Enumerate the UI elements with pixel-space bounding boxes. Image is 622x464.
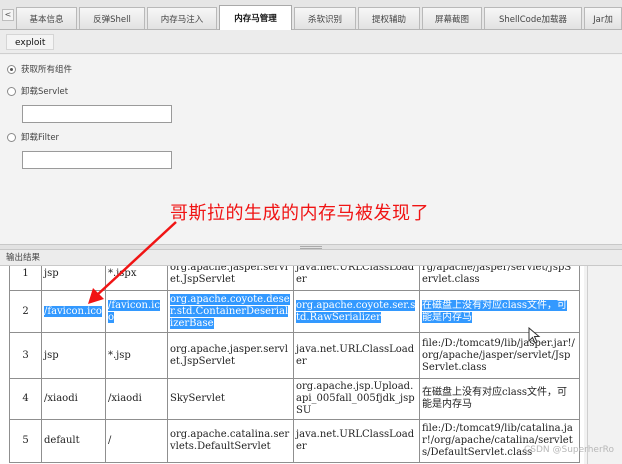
table-row[interactable]: 4 /xiaodi /xiaodi SkyServlet org.apache.… bbox=[9, 378, 580, 420]
table-cell-name: /favicon.ico bbox=[41, 290, 106, 333]
table-cell-index: 5 bbox=[9, 419, 42, 463]
splitter-grip-icon[interactable] bbox=[300, 246, 322, 249]
table-cell-name: default bbox=[41, 419, 106, 463]
table-cell-location: file:/D:/tomcat9/lib/catalina.jar!/org/a… bbox=[419, 419, 580, 463]
radio-label-uninstall-servlet: 卸载Servlet bbox=[21, 87, 69, 97]
table-cell-class: SkyServlet bbox=[167, 378, 294, 420]
tab-bar: < 基本信息 反弹Shell 内存马注入 内存马管理 杀软识别 提权辅助 屏幕截… bbox=[0, 0, 622, 30]
tab-jar-loader[interactable]: Jar加 bbox=[584, 7, 622, 29]
table-cell-class: org.apache.catalina.servlets.DefaultServ… bbox=[167, 419, 294, 463]
tab-scroll-left-button[interactable]: < bbox=[2, 9, 14, 21]
tab-screenshot[interactable]: 屏幕截图 bbox=[422, 7, 482, 29]
table-cell-classloader: java.net.URLClassLoader bbox=[293, 332, 420, 379]
table-cell-location: 在磁盘上没有对应class文件，可能是内存马 bbox=[419, 378, 580, 420]
table-row[interactable]: 2 /favicon.ico /favicon.ico org.apache.c… bbox=[9, 290, 580, 333]
tab-memshell-inject[interactable]: 内存马注入 bbox=[147, 7, 217, 29]
highlighted-text: 在磁盘上没有对应class文件，可能是内存马 bbox=[422, 299, 568, 323]
table-cell-pattern: / bbox=[105, 419, 168, 463]
table-cell-pattern: /favicon.ico bbox=[105, 290, 168, 333]
radio-uninstall-filter[interactable]: 卸载Filter bbox=[7, 131, 59, 143]
tab-av-detect[interactable]: 杀软识别 bbox=[294, 7, 356, 29]
tab-privesc[interactable]: 提权辅助 bbox=[358, 7, 420, 29]
table-cell-index: 3 bbox=[9, 332, 42, 379]
highlighted-text: /favicon.ico bbox=[108, 299, 160, 323]
scrollbar-track[interactable] bbox=[587, 266, 588, 464]
highlighted-text: org.apache.coyote.deser.std.ContainerDes… bbox=[170, 293, 290, 329]
table-cell-index: 2 bbox=[9, 290, 42, 333]
results-panel: 1 jsp *.jspx org.apache.jasper.servlet.J… bbox=[0, 266, 622, 464]
toolbar: exploit bbox=[0, 30, 622, 54]
filter-name-input[interactable] bbox=[22, 151, 172, 169]
watermark-text: CSDN @SuperherRo bbox=[523, 445, 614, 455]
red-annotation-text: 哥斯拉的生成的内存马被发现了 bbox=[170, 203, 429, 224]
table-cell-class: org.apache.jasper.servlet.JspServlet bbox=[167, 332, 294, 379]
results-table: 1 jsp *.jspx org.apache.jasper.servlet.J… bbox=[9, 266, 580, 463]
radio-label-get-all: 获取所有组件 bbox=[21, 65, 73, 75]
table-row[interactable]: 3 jsp *.jsp org.apache.jasper.servlet.Js… bbox=[9, 332, 580, 379]
table-cell-location: file:/D:/tomcat9/lib/jasper.jar!/org/apa… bbox=[419, 332, 580, 379]
table-cell-name: /xiaodi bbox=[41, 378, 106, 420]
table-cell-location: rg/apache/jasper/servlet/JspServlet.clas… bbox=[419, 266, 580, 291]
radio-label-uninstall-filter: 卸载Filter bbox=[21, 133, 60, 143]
tab-shellcode-loader[interactable]: ShellCode加载器 bbox=[484, 7, 582, 29]
radio-button[interactable] bbox=[7, 86, 16, 96]
table-cell-pattern: *.jsp bbox=[105, 332, 168, 379]
table-cell-classloader: java.net.URLClassLoader bbox=[293, 266, 420, 291]
table-cell-pattern: *.jspx bbox=[105, 266, 168, 291]
output-header: 输出结果 bbox=[0, 250, 622, 266]
table-cell-name: jsp bbox=[41, 332, 106, 379]
exploit-button[interactable]: exploit bbox=[6, 34, 55, 50]
table-cell-location: 在磁盘上没有对应class文件，可能是内存马 bbox=[419, 290, 580, 333]
table-cell-pattern: /xiaodi bbox=[105, 378, 168, 420]
tab-basic-info[interactable]: 基本信息 bbox=[16, 7, 77, 29]
table-cell-index: 4 bbox=[9, 378, 42, 420]
mouse-cursor-icon bbox=[528, 327, 541, 344]
table-row[interactable]: 1 jsp *.jspx org.apache.jasper.servlet.J… bbox=[9, 266, 580, 291]
table-cell-classloader: org.apache.jsp.Upload.api_005fall_005fjd… bbox=[293, 378, 420, 420]
table-cell-classloader: java.net.URLClassLoader bbox=[293, 419, 420, 463]
radio-uninstall-servlet[interactable]: 卸载Servlet bbox=[7, 85, 68, 97]
radio-button[interactable] bbox=[7, 132, 16, 142]
radio-get-all[interactable]: 获取所有组件 bbox=[7, 63, 72, 75]
servlet-name-input[interactable] bbox=[22, 105, 172, 123]
highlighted-text: org.apache.coyote.ser.std.RawSerializer bbox=[296, 299, 416, 323]
table-row[interactable]: 5 default / org.apache.catalina.servlets… bbox=[9, 419, 580, 463]
highlighted-text: /favicon.ico bbox=[44, 305, 102, 317]
table-cell-class: org.apache.coyote.deser.std.ContainerDes… bbox=[167, 290, 294, 333]
tab-reverse-shell[interactable]: 反弹Shell bbox=[79, 7, 145, 29]
table-cell-name: jsp bbox=[41, 266, 106, 291]
tab-memshell-manage[interactable]: 内存马管理 bbox=[219, 5, 292, 30]
table-cell-index: 1 bbox=[9, 266, 42, 291]
radio-button-checked[interactable] bbox=[7, 64, 16, 74]
vertical-scrollbar[interactable] bbox=[584, 266, 622, 464]
table-cell-classloader: org.apache.coyote.ser.std.RawSerializer bbox=[293, 290, 420, 333]
table-cell-class: org.apache.jasper.servlet.JspServlet bbox=[167, 266, 294, 291]
